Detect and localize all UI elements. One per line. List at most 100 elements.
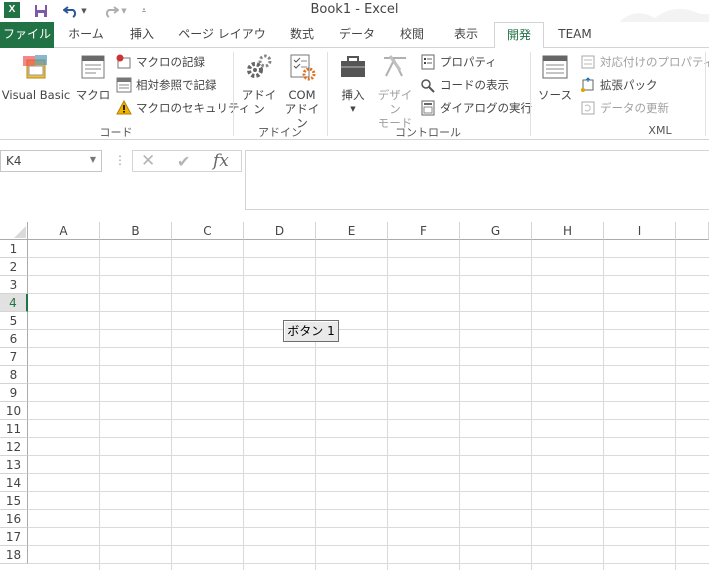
ribbon-tabs: ファイル ホーム 挿入 ページ レイアウト 数式 データ 校閲 表示 開発 TE… — [0, 22, 709, 65]
group-label-addins: アドイン — [258, 126, 302, 139]
properties-button[interactable]: プロパティ — [420, 52, 497, 72]
formula-buttons: ✕ ✔ fx — [132, 150, 242, 172]
relative-references-button[interactable]: 相対参照で記録 — [116, 75, 217, 95]
tab-review[interactable]: 校閲 — [390, 22, 434, 48]
row-header-17[interactable]: 17 — [0, 528, 28, 546]
row-gridline — [28, 329, 709, 330]
view-code-icon — [421, 79, 435, 93]
column-header-h[interactable]: H — [532, 222, 604, 240]
map-properties-icon — [581, 55, 595, 69]
row-gridline — [28, 275, 709, 276]
design-mode-button[interactable]: デザイン モード — [374, 52, 416, 130]
column-header-i[interactable]: I — [604, 222, 676, 240]
row-header-4[interactable]: 4 — [0, 294, 28, 312]
formula-bar: K4 ▼ ⋮ ✕ ✔ fx — [0, 140, 709, 222]
row-header-10[interactable]: 10 — [0, 402, 28, 420]
insert-control-button[interactable]: 挿入 ▼ — [334, 52, 372, 116]
xml-source-button[interactable]: ソース — [535, 52, 575, 102]
tab-formulas[interactable]: 数式 — [280, 22, 324, 48]
macro-security-button[interactable]: マクロのセキュリティ — [116, 98, 250, 118]
title-bar: X ▼ ▼ ⩡ Book1 - Excel — [0, 0, 709, 48]
tab-insert[interactable]: 挿入 — [120, 22, 164, 48]
row-gridline — [28, 509, 709, 510]
row-header-1[interactable]: 1 — [0, 240, 28, 258]
row-gridline — [28, 491, 709, 492]
insert-control-label: 挿入 — [341, 88, 365, 102]
column-gridline — [531, 240, 532, 570]
row-header-18[interactable]: 18 — [0, 546, 28, 564]
worksheet-grid[interactable]: ABCDEFGHI 1 2 3 4 5 6 7 8 9 10 11 12 13 14 15 16 17 18 ボタ… — [0, 222, 709, 570]
com-addins-button[interactable]: COM アドイン — [282, 52, 322, 130]
addins-button[interactable]: アドイン — [238, 52, 280, 116]
visual-basic-icon — [21, 52, 51, 82]
row-header-3[interactable]: 3 — [0, 276, 28, 294]
column-header-a[interactable]: A — [28, 222, 100, 240]
refresh-data-button[interactable]: データの更新 — [580, 98, 669, 118]
name-box[interactable]: K4 ▼ — [0, 150, 102, 172]
row-header-12[interactable]: 12 — [0, 438, 28, 456]
column-header-g[interactable]: G — [460, 222, 532, 240]
row-header-14[interactable]: 14 — [0, 474, 28, 492]
column-header-b[interactable]: B — [100, 222, 172, 240]
cancel-icon[interactable]: ✕ — [141, 151, 155, 171]
row-header-5[interactable]: 5 — [0, 312, 28, 330]
column-gridline — [459, 240, 460, 570]
select-all-corner[interactable] — [0, 222, 28, 240]
row-header-16[interactable]: 16 — [0, 510, 28, 528]
row-gridline — [28, 311, 709, 312]
visual-basic-button[interactable]: Visual Basic — [0, 52, 72, 102]
row-header-13[interactable]: 13 — [0, 456, 28, 474]
view-code-button[interactable]: コードの表示 — [420, 75, 509, 95]
properties-icon — [421, 54, 435, 70]
column-header-f[interactable]: F — [388, 222, 460, 240]
run-dialog-button[interactable]: ダイアログの実行 — [420, 98, 532, 118]
column-header-c[interactable]: C — [172, 222, 244, 240]
column-gridline — [171, 240, 172, 570]
record-macro-button[interactable]: マクロの記録 — [116, 52, 205, 72]
row-header-6[interactable]: 6 — [0, 330, 28, 348]
column-header-e[interactable]: E — [316, 222, 388, 240]
map-properties-button[interactable]: 対応付けのプロパティ — [580, 52, 709, 72]
row-gridline — [28, 419, 709, 420]
tab-developer[interactable]: 開発 — [494, 22, 544, 49]
xml-source-label: ソース — [538, 88, 572, 102]
row-header-9[interactable]: 9 — [0, 384, 28, 402]
name-box-dropdown-icon[interactable]: ▼ — [90, 155, 96, 164]
column-gridline — [675, 240, 676, 570]
row-header-8[interactable]: 8 — [0, 366, 28, 384]
column-header-d[interactable]: D — [244, 222, 316, 240]
tab-view[interactable]: 表示 — [444, 22, 488, 48]
macros-button[interactable]: マクロ — [74, 52, 112, 102]
row-gridline — [28, 383, 709, 384]
row-header-11[interactable]: 11 — [0, 420, 28, 438]
addins-label: アドイン — [241, 88, 277, 116]
row-header-15[interactable]: 15 — [0, 492, 28, 510]
run-dialog-label: ダイアログの実行 — [440, 101, 532, 115]
design-mode-icon — [380, 52, 410, 82]
run-dialog-icon — [421, 100, 435, 116]
ribbon: Visual Basic マクロ マクロの記録 相対参照で記録 マクロのセキュリ… — [0, 48, 709, 140]
expansion-packs-button[interactable]: 拡張パック — [580, 75, 658, 95]
formula-input[interactable] — [245, 150, 709, 210]
tab-team[interactable]: TEAM — [552, 22, 598, 48]
tab-file[interactable]: ファイル — [0, 22, 54, 48]
form-control-button[interactable]: ボタン 1 — [283, 320, 339, 342]
enter-icon[interactable]: ✔ — [177, 152, 190, 171]
design-mode-label-1: デザイン — [377, 88, 413, 116]
warning-icon — [116, 100, 132, 115]
macros-label: マクロ — [75, 88, 111, 102]
tab-home[interactable]: ホーム — [62, 22, 110, 48]
column-header-partial[interactable] — [676, 222, 709, 240]
column-gridline — [315, 240, 316, 570]
expansion-packs-label: 拡張パック — [600, 78, 658, 92]
tab-data[interactable]: データ — [334, 22, 380, 48]
visual-basic-label: Visual Basic — [1, 88, 71, 102]
group-separator — [705, 52, 706, 136]
row-gridline — [28, 257, 709, 258]
formula-bar-separator-icon[interactable]: ⋮ — [114, 153, 126, 167]
com-addins-icon — [287, 52, 317, 82]
row-header-7[interactable]: 7 — [0, 348, 28, 366]
row-header-2[interactable]: 2 — [0, 258, 28, 276]
insert-function-icon[interactable]: fx — [213, 151, 229, 171]
tab-page-layout[interactable]: ページ レイアウト — [174, 22, 270, 65]
